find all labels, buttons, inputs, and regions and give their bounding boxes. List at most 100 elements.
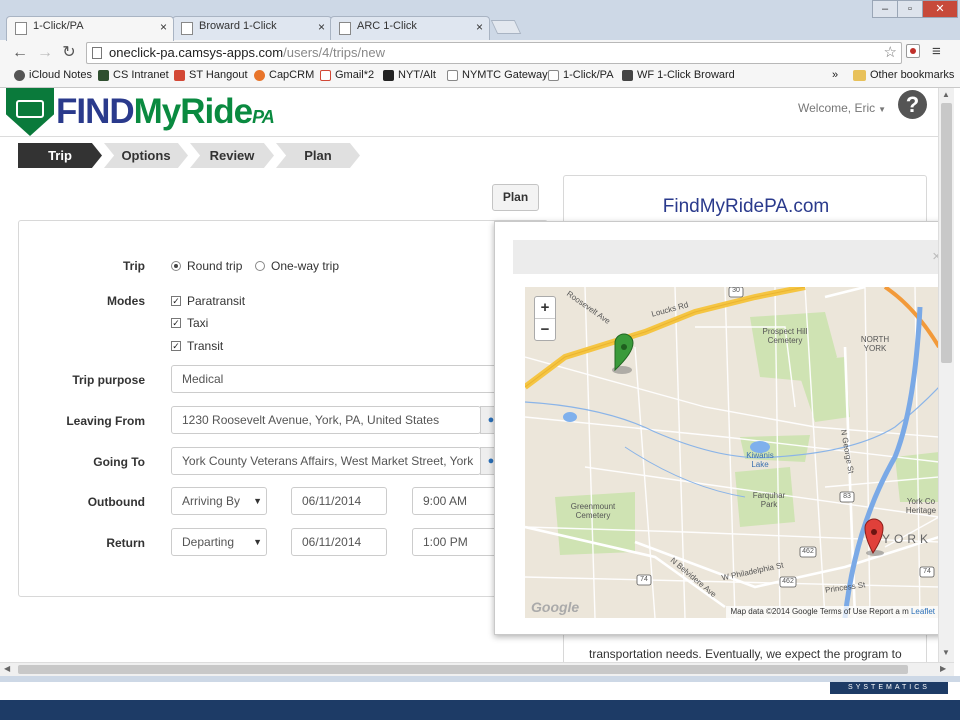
map-label: Prospect Hill Cemetery	[762, 327, 808, 345]
window-close-button[interactable]: ✕	[922, 0, 958, 18]
gmail-icon	[320, 70, 331, 81]
tab-broward[interactable]: Broward 1-Click ×	[172, 16, 332, 40]
route-shield: 30	[732, 287, 740, 294]
google-logo: Google	[531, 599, 580, 615]
tab-1click-pa[interactable]: 1-Click/PA ×	[6, 16, 174, 41]
bookmark-icloud[interactable]: iCloud Notes	[14, 69, 92, 81]
page-icon	[181, 22, 193, 35]
tab-title: ARC 1-Click	[357, 20, 417, 32]
bookmark-cs-intranet[interactable]: CS Intranet	[98, 69, 169, 81]
wf-icon	[622, 70, 633, 81]
nyt-icon	[383, 70, 394, 81]
minimize-button[interactable]: –	[872, 0, 898, 18]
bookmark-nyt[interactable]: NYT/Alt	[383, 69, 436, 81]
maximize-button[interactable]: ▫	[897, 0, 923, 18]
bookmarks-overflow[interactable]: »	[832, 69, 838, 81]
page: FINDMyRidePA Welcome, Eric ▼ ? Trip Optio…	[0, 88, 938, 662]
return-mode-select[interactable]: Departing ▼	[171, 528, 267, 556]
scroll-thumb[interactable]	[941, 103, 952, 363]
route-shield: 74	[640, 576, 648, 583]
bookmark-wf-broward[interactable]: WF 1-Click Broward	[622, 69, 735, 81]
user-menu[interactable]: Welcome, Eric ▼	[798, 101, 886, 115]
step-review[interactable]: Review	[190, 143, 274, 168]
close-icon[interactable]: ×	[476, 20, 483, 34]
forward-icon[interactable]: →	[35, 43, 55, 63]
reload-icon[interactable]: ↻	[59, 43, 79, 63]
bookmark-1click-pa[interactable]: 1-Click/PA	[548, 69, 614, 81]
tab-arc[interactable]: ARC 1-Click ×	[330, 16, 490, 40]
browser-toolbar: ← → ↻ oneclick-pa.camsys-apps.com/users/…	[0, 40, 960, 66]
trip-purpose-select[interactable]: Medical	[171, 365, 511, 393]
taxi-checkbox[interactable]: ✓	[171, 318, 181, 328]
page-icon	[92, 47, 102, 59]
going-to-input[interactable]: York County Veterans Affairs, West Marke…	[171, 447, 481, 475]
pocket-extension-icon[interactable]	[906, 44, 920, 58]
bookmarks-bar: iCloud Notes CS Intranet ST Hangout CapC…	[0, 66, 960, 88]
outbound-date-input[interactable]: 06/11/2014	[291, 487, 387, 515]
cs-icon	[98, 70, 109, 81]
one-way-label[interactable]: One-way trip	[271, 259, 339, 273]
bookmark-st-hangout[interactable]: ST Hangout	[174, 69, 248, 81]
vertical-scrollbar[interactable]: ▲ ▼	[938, 88, 954, 662]
page-icon	[15, 22, 27, 35]
route-shield: 462	[802, 548, 814, 555]
modes-label: Modes	[106, 294, 145, 308]
page-icon	[447, 70, 458, 81]
scroll-down-icon[interactable]: ▼	[942, 648, 950, 657]
other-bookmarks[interactable]: Other bookmarks	[853, 69, 954, 81]
outbound-mode-select[interactable]: Arriving By ▼	[171, 487, 267, 515]
map-label: Kiwanis Lake	[746, 451, 774, 469]
scroll-thumb[interactable]	[18, 665, 908, 674]
origin-marker-icon	[612, 333, 634, 374]
bookmark-capcrm[interactable]: CapCRM	[254, 69, 314, 81]
return-date-input[interactable]: 06/11/2014	[291, 528, 387, 556]
step-trip[interactable]: Trip	[18, 143, 102, 168]
zoom-out-button[interactable]: −	[535, 319, 555, 341]
menu-icon[interactable]: ≡	[932, 43, 941, 60]
map[interactable]: Roosevelt Ave Loucks Rd Prospect Hill Ce…	[525, 287, 938, 618]
horizontal-scrollbar[interactable]: ◀ ▶	[0, 662, 954, 676]
round-trip-radio[interactable]	[171, 261, 181, 271]
google-plus-icon	[174, 70, 185, 81]
trip-form: Trip Round trip One-way trip Modes ✓ Par…	[18, 220, 548, 597]
tab-title: Broward 1-Click	[199, 20, 277, 32]
taxi-label[interactable]: Taxi	[187, 316, 208, 330]
step-plan[interactable]: Plan	[276, 143, 360, 168]
header-divider	[0, 136, 938, 137]
url-path: /users/4/trips/new	[283, 45, 385, 60]
close-icon[interactable]: ×	[160, 20, 167, 34]
scroll-left-icon[interactable]: ◀	[4, 664, 10, 673]
map-attribution: Map data ©2014 Google Terms of Use Repor…	[726, 606, 938, 618]
purpose-label: Trip purpose	[72, 373, 145, 387]
from-label: Leaving From	[66, 414, 145, 428]
transit-checkbox[interactable]: ✓	[171, 341, 181, 351]
map-label: York Co Heritage	[905, 497, 937, 515]
step-options[interactable]: Options	[104, 143, 188, 168]
paratransit-checkbox[interactable]: ✓	[171, 296, 181, 306]
back-icon[interactable]: ←	[10, 43, 30, 63]
bookmark-nymtc[interactable]: NYMTC Gateway	[447, 69, 548, 81]
scroll-right-icon[interactable]: ▶	[940, 664, 946, 673]
zoom-in-button[interactable]: +	[535, 297, 555, 319]
round-trip-label[interactable]: Round trip	[187, 259, 242, 273]
address-bar[interactable]: oneclick-pa.camsys-apps.com/users/4/trip…	[86, 42, 902, 64]
bookmark-gmail[interactable]: Gmail*2	[320, 69, 374, 81]
paratransit-label[interactable]: Paratransit	[187, 294, 245, 308]
return-label: Return	[106, 536, 145, 550]
help-icon[interactable]: ?	[898, 90, 927, 119]
scroll-up-icon[interactable]: ▲	[942, 90, 950, 99]
leaflet-link[interactable]: Leaflet	[911, 607, 935, 616]
transit-label[interactable]: Transit	[187, 339, 223, 353]
close-icon[interactable]: ×	[318, 20, 325, 34]
zoom-control: + −	[534, 296, 556, 341]
new-tab-button[interactable]	[490, 20, 522, 34]
bookmark-star-icon[interactable]: ☆	[884, 43, 897, 63]
logo-text: FINDMyRidePA	[56, 92, 275, 131]
leaving-from-input[interactable]: 1230 Roosevelt Avenue, York, PA, United …	[171, 406, 481, 434]
page-icon	[339, 22, 351, 35]
one-way-radio[interactable]	[255, 261, 265, 271]
route-shield: 74	[923, 568, 931, 575]
findmyride-logo[interactable]: FINDMyRidePA	[6, 88, 296, 136]
plan-button[interactable]: Plan	[492, 184, 539, 211]
browser-chrome: 1-Click/PA × Broward 1-Click × ARC 1-Cli…	[0, 0, 960, 88]
